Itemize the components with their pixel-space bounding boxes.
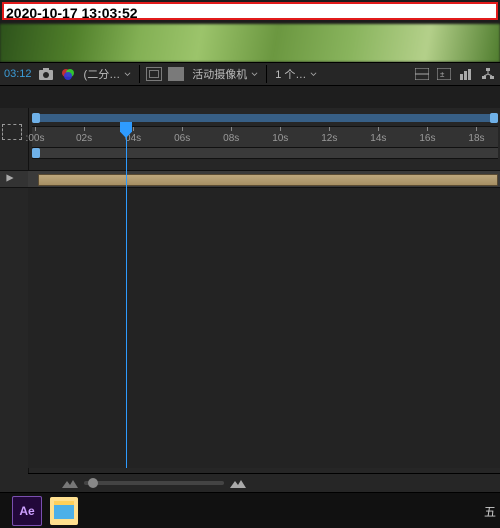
ruler-tick-label: 06s — [174, 133, 190, 144]
zoom-slider-knob[interactable] — [88, 478, 98, 488]
ruler-tick-label: 12s — [321, 133, 337, 144]
current-timecode[interactable]: 03:12 — [4, 68, 32, 80]
composition-preview — [0, 24, 500, 62]
grid-icon[interactable] — [414, 66, 430, 82]
ruler-tick-label: :00s — [26, 133, 45, 144]
zoom-out-icon[interactable] — [62, 478, 78, 488]
mask-toggle-icon[interactable] — [168, 67, 184, 81]
timeline-left-gutter — [0, 108, 29, 492]
time-ruler[interactable]: :00s02s04s06s08s10s12s14s16s18s — [32, 126, 498, 148]
ruler-tick: 12s — [314, 127, 344, 147]
ruler-tick: 10s — [265, 127, 295, 147]
ruler-tick-label: 02s — [76, 133, 92, 144]
channels-icon[interactable] — [60, 66, 76, 82]
chevron-down-icon — [124, 71, 131, 78]
svg-text:±: ± — [440, 70, 445, 79]
ruler-tick-label: 08s — [223, 133, 239, 144]
separator — [266, 65, 267, 83]
views-dropdown[interactable]: 1 个… — [273, 66, 319, 82]
time-navigator-bar[interactable] — [32, 148, 498, 159]
ruler-tick: 08s — [216, 127, 246, 147]
windows-taskbar: Ae 五 — [0, 492, 500, 528]
work-area-bar[interactable] — [32, 114, 498, 122]
ruler-tick: 06s — [167, 127, 197, 147]
flowchart-icon[interactable] — [480, 66, 496, 82]
snapshot-icon[interactable] — [38, 66, 54, 82]
ruler-tick-label: 18s — [468, 133, 484, 144]
chevron-down-icon — [251, 71, 258, 78]
zoom-in-icon[interactable] — [230, 478, 246, 488]
timeline-body: :00s02s04s06s08s10s12s14s16s18s — [28, 108, 500, 492]
taskbar-ime-indicator[interactable]: 五 — [484, 503, 496, 520]
ruler-tick: 18s — [461, 127, 491, 147]
chart-icon[interactable] — [458, 66, 474, 82]
resolution-dropdown[interactable]: (二分… — [82, 66, 134, 82]
taskbar-after-effects-icon[interactable]: Ae — [12, 496, 42, 526]
layer-duration-bar[interactable] — [38, 174, 498, 186]
ruler-tick: 16s — [412, 127, 442, 147]
ruler-tick-label: 14s — [370, 133, 386, 144]
work-area-start-handle[interactable] — [32, 113, 40, 123]
resolution-label: (二分… — [84, 66, 121, 82]
chevron-down-icon — [310, 71, 317, 78]
timestamp-overlay: 2020-10-17 13:03:52 — [2, 2, 498, 20]
work-area-end-handle[interactable] — [490, 113, 498, 123]
viewer-toolbar: 03:12 (二分… 活动摄像机 1 个… ± — [0, 62, 500, 86]
zoom-slider[interactable] — [84, 481, 224, 485]
ruler-tick: :00s — [20, 127, 50, 147]
ruler-tick: 14s — [363, 127, 393, 147]
time-navigator-handle[interactable] — [32, 148, 40, 158]
views-label: 1 个… — [275, 66, 306, 82]
twirl-icon[interactable] — [4, 172, 16, 184]
ruler-tick: 02s — [69, 127, 99, 147]
camera-label: 活动摄像机 — [192, 66, 247, 82]
ruler-tick-label: 16s — [419, 133, 435, 144]
tracks-area[interactable] — [28, 188, 500, 468]
panel-gap — [0, 86, 500, 108]
transparency-grid-icon[interactable] — [146, 67, 162, 81]
camera-dropdown[interactable]: 活动摄像机 — [190, 66, 260, 82]
timeline-zoom-bar — [28, 473, 500, 492]
taskbar-file-explorer-icon[interactable] — [50, 497, 78, 525]
separator — [139, 65, 140, 83]
timeline-panel: :00s02s04s06s08s10s12s14s16s18s — [0, 108, 500, 492]
exposure-icon[interactable]: ± — [436, 66, 452, 82]
region-of-interest-icon[interactable] — [2, 124, 22, 140]
ruler-tick-label: 10s — [272, 133, 288, 144]
